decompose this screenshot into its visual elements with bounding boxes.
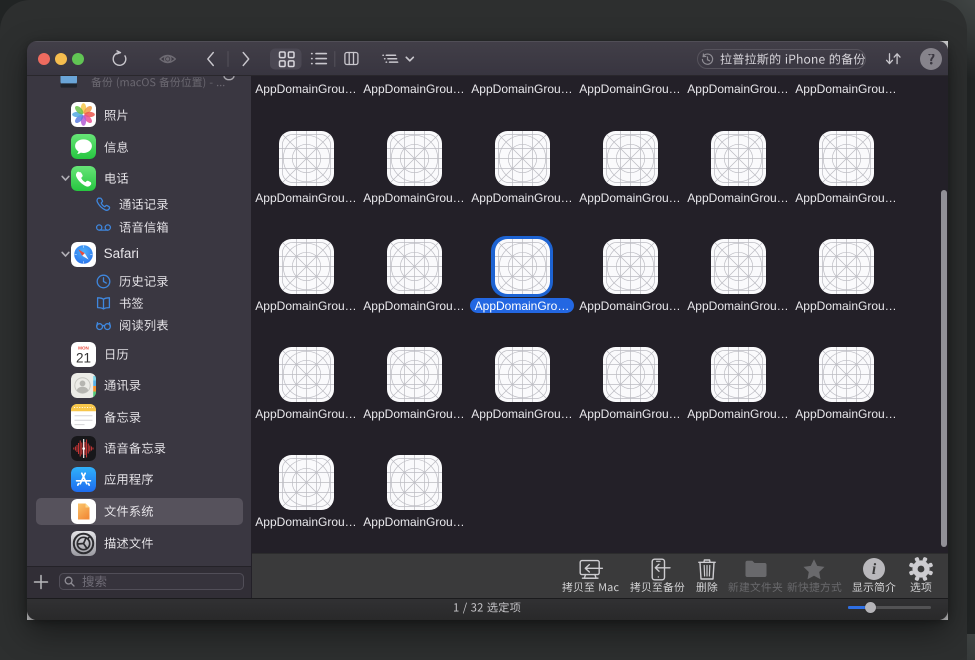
svg-text:i: i [872,561,877,578]
svg-text:21: 21 [76,350,91,365]
